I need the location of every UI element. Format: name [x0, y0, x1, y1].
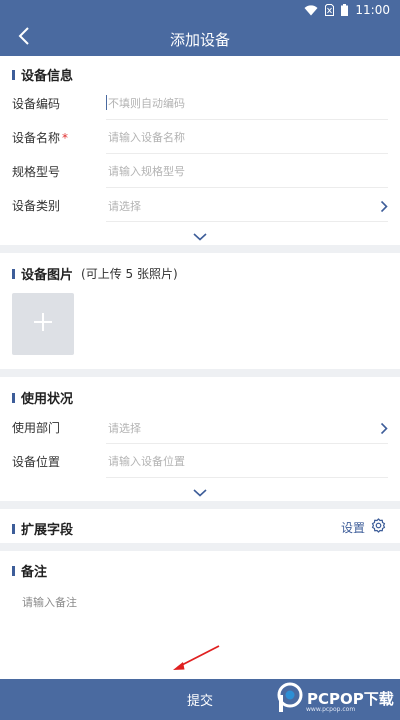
- extended-fields-section: 扩展字段 设置: [0, 509, 400, 543]
- status-bar: 11:00: [0, 0, 400, 20]
- form-row-device-name: 设备名称 *: [0, 120, 400, 154]
- device-code-input[interactable]: [106, 86, 388, 120]
- section-marker: [12, 392, 15, 403]
- usage-section: 使用状况 使用部门 请选择 设备位置: [0, 377, 400, 501]
- section-title: 设备信息: [21, 69, 74, 84]
- section-marker: [12, 268, 15, 279]
- submit-label: 提交: [186, 694, 213, 709]
- section-title: 备注: [21, 565, 48, 580]
- form-row-department[interactable]: 使用部门 请选择: [0, 410, 400, 444]
- chevron-right-icon: [380, 420, 388, 439]
- watermark-subtext: www.pcpop.com: [306, 706, 356, 713]
- field-label: 设备编码: [12, 97, 61, 111]
- plus-icon: [32, 311, 54, 337]
- gear-icon: [371, 518, 386, 536]
- section-header: 扩展字段: [12, 519, 73, 538]
- department-select[interactable]: 请选择: [106, 410, 388, 444]
- location-field: [106, 444, 388, 478]
- battery-icon: [341, 4, 349, 16]
- remark-input[interactable]: [22, 596, 382, 609]
- device-code-field: [106, 86, 388, 120]
- field-label: 使用部门: [12, 421, 61, 435]
- page-title: 添加设备: [169, 31, 230, 49]
- expand-more-button[interactable]: [190, 226, 210, 241]
- model-field: [106, 154, 388, 188]
- chevron-down-icon: [193, 482, 207, 497]
- device-info-section: 设备信息 设备编码 设备名称* 规格型号 设备类别 请选择: [0, 56, 400, 245]
- chevron-down-icon: [193, 226, 207, 241]
- model-input[interactable]: [106, 154, 388, 188]
- field-label: 设备位置: [12, 455, 61, 469]
- form-row-location: 设备位置: [0, 444, 400, 478]
- device-name-input[interactable]: [106, 120, 388, 154]
- chevron-right-icon: [380, 198, 388, 217]
- section-marker: [12, 523, 15, 534]
- category-select[interactable]: 请选择: [106, 188, 388, 222]
- form-row-category[interactable]: 设备类别 请选择: [0, 188, 400, 222]
- status-time: 11:00: [355, 3, 390, 17]
- extended-settings-button[interactable]: 设置: [341, 518, 386, 536]
- section-marker: [12, 69, 15, 80]
- section-header: 设备信息: [12, 65, 73, 84]
- form-row-device-code: 设备编码: [0, 86, 400, 120]
- app-header: 添加设备: [0, 20, 400, 56]
- device-name-field: [106, 120, 388, 154]
- device-images-section: 设备图片 (可上传 5 张照片): [0, 253, 400, 369]
- field-label: 设备名称: [12, 131, 61, 145]
- field-label-wrap: 设备名称 *: [12, 129, 68, 146]
- section-title: 设备图片: [21, 268, 74, 283]
- section-title: 扩展字段: [21, 523, 74, 538]
- no-sim-icon: [325, 4, 335, 16]
- settings-label: 设置: [340, 520, 365, 535]
- select-placeholder: 请选择: [108, 200, 141, 213]
- watermark-logo: PCPOP下载 www.pcpop.com: [276, 682, 394, 718]
- field-label: 设备类别: [12, 199, 61, 213]
- form-row-model: 规格型号: [0, 154, 400, 188]
- upload-limit-note: (可上传 5 张照片): [81, 267, 178, 281]
- field-label: 规格型号: [12, 165, 61, 179]
- status-icons: 11:00: [304, 3, 390, 17]
- location-input[interactable]: [106, 444, 388, 478]
- section-header: 使用状况: [12, 388, 73, 407]
- wifi-icon: [304, 4, 318, 16]
- select-placeholder: 请选择: [108, 422, 141, 435]
- section-marker: [12, 565, 15, 576]
- section-header: 设备图片 (可上传 5 张照片): [12, 264, 178, 283]
- text-cursor: [106, 95, 107, 110]
- section-title: 使用状况: [21, 392, 74, 407]
- annotation-arrow-icon: [173, 645, 220, 670]
- required-mark: *: [62, 131, 69, 145]
- expand-more-button[interactable]: [190, 482, 210, 497]
- add-photo-button[interactable]: [12, 293, 74, 355]
- pcpop-logo-icon: [276, 682, 304, 718]
- section-header: 备注: [12, 561, 47, 580]
